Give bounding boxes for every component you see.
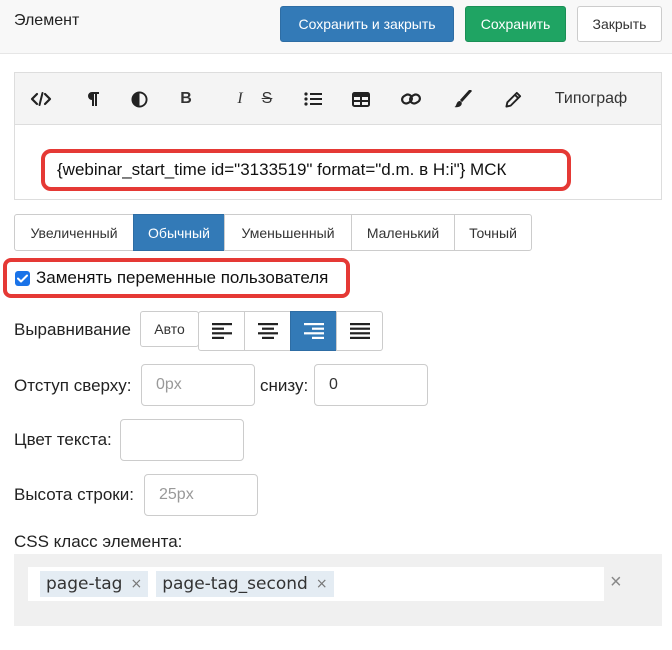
size-option-enlarged[interactable]: Увеличенный [14, 214, 134, 251]
text-color-label: Цвет текста: [14, 430, 112, 449]
tag-remove-icon[interactable]: × [316, 576, 328, 592]
padding-bottom-input[interactable] [314, 364, 428, 406]
tag-remove-icon[interactable]: × [130, 576, 142, 592]
padding-top-label: Отступ сверху: [14, 376, 132, 395]
page-title: Элемент [14, 12, 80, 29]
css-class-tags-input[interactable]: page-tag × page-tag_second × [28, 567, 604, 601]
text-editor: B I S Типограф {webinar_start_time id="3… [14, 72, 662, 200]
editor-content-area[interactable]: {webinar_start_time id="3133519" format=… [15, 125, 661, 199]
pilcrow-icon[interactable] [83, 87, 103, 111]
bold-icon[interactable]: B [177, 87, 195, 111]
css-class-label: CSS класс элемента: [14, 532, 183, 551]
strikethrough-icon[interactable]: S [257, 87, 277, 111]
editor-toolbar: B I S Типограф [15, 73, 661, 125]
size-option-normal[interactable]: Обычный [133, 214, 225, 251]
alignment-group [198, 311, 383, 351]
text-color-input[interactable] [120, 419, 244, 461]
size-option-small[interactable]: Маленький [351, 214, 455, 251]
save-and-close-button[interactable]: Сохранить и закрыть [280, 6, 454, 42]
tag-label: page-tag [46, 574, 123, 594]
align-center-icon[interactable] [244, 311, 291, 351]
close-button[interactable]: Закрыть [577, 6, 662, 42]
replace-vars-label: Заменять переменные пользователя [36, 268, 329, 287]
size-option-reduced[interactable]: Уменьшенный [224, 214, 352, 251]
link-icon[interactable] [400, 87, 422, 111]
header-bar: Элемент Сохранить и закрыть Сохранить За… [0, 0, 672, 54]
list-icon[interactable] [303, 87, 323, 111]
css-class-container: page-tag × page-tag_second × × [14, 554, 662, 626]
italic-icon[interactable]: I [231, 87, 249, 111]
padding-bottom-label: снизу: [260, 376, 309, 395]
font-size-group: Увеличенный Обычный Уменьшенный Маленьки… [14, 214, 532, 251]
tag-label: page-tag_second [162, 574, 308, 594]
code-icon[interactable] [29, 87, 53, 111]
padding-top-input[interactable] [141, 364, 255, 406]
align-right-icon[interactable] [290, 311, 337, 351]
align-justify-icon[interactable] [336, 311, 383, 351]
line-height-label: Высота строки: [14, 485, 134, 504]
alignment-label: Выравнивание [14, 320, 132, 339]
tag-chip: page-tag × [40, 571, 149, 597]
editor-text[interactable]: {webinar_start_time id="3133519" format=… [41, 149, 571, 191]
pencil-icon[interactable] [503, 87, 523, 111]
typograf-button[interactable]: Типограф [553, 87, 629, 111]
align-left-icon[interactable] [198, 311, 245, 351]
replace-vars-checkbox[interactable] [15, 270, 30, 286]
line-height-input[interactable] [144, 474, 258, 516]
align-auto-button[interactable]: Авто [140, 311, 199, 347]
save-button[interactable]: Сохранить [465, 6, 566, 42]
contrast-icon[interactable] [129, 87, 149, 111]
clear-tags-icon[interactable]: × [610, 572, 622, 592]
replace-vars-option[interactable]: Заменять переменные пользователя [3, 258, 350, 298]
table-icon[interactable] [351, 87, 371, 111]
size-option-exact[interactable]: Точный [454, 214, 532, 251]
tag-chip: page-tag_second × [156, 571, 334, 597]
brush-icon[interactable] [453, 87, 473, 111]
